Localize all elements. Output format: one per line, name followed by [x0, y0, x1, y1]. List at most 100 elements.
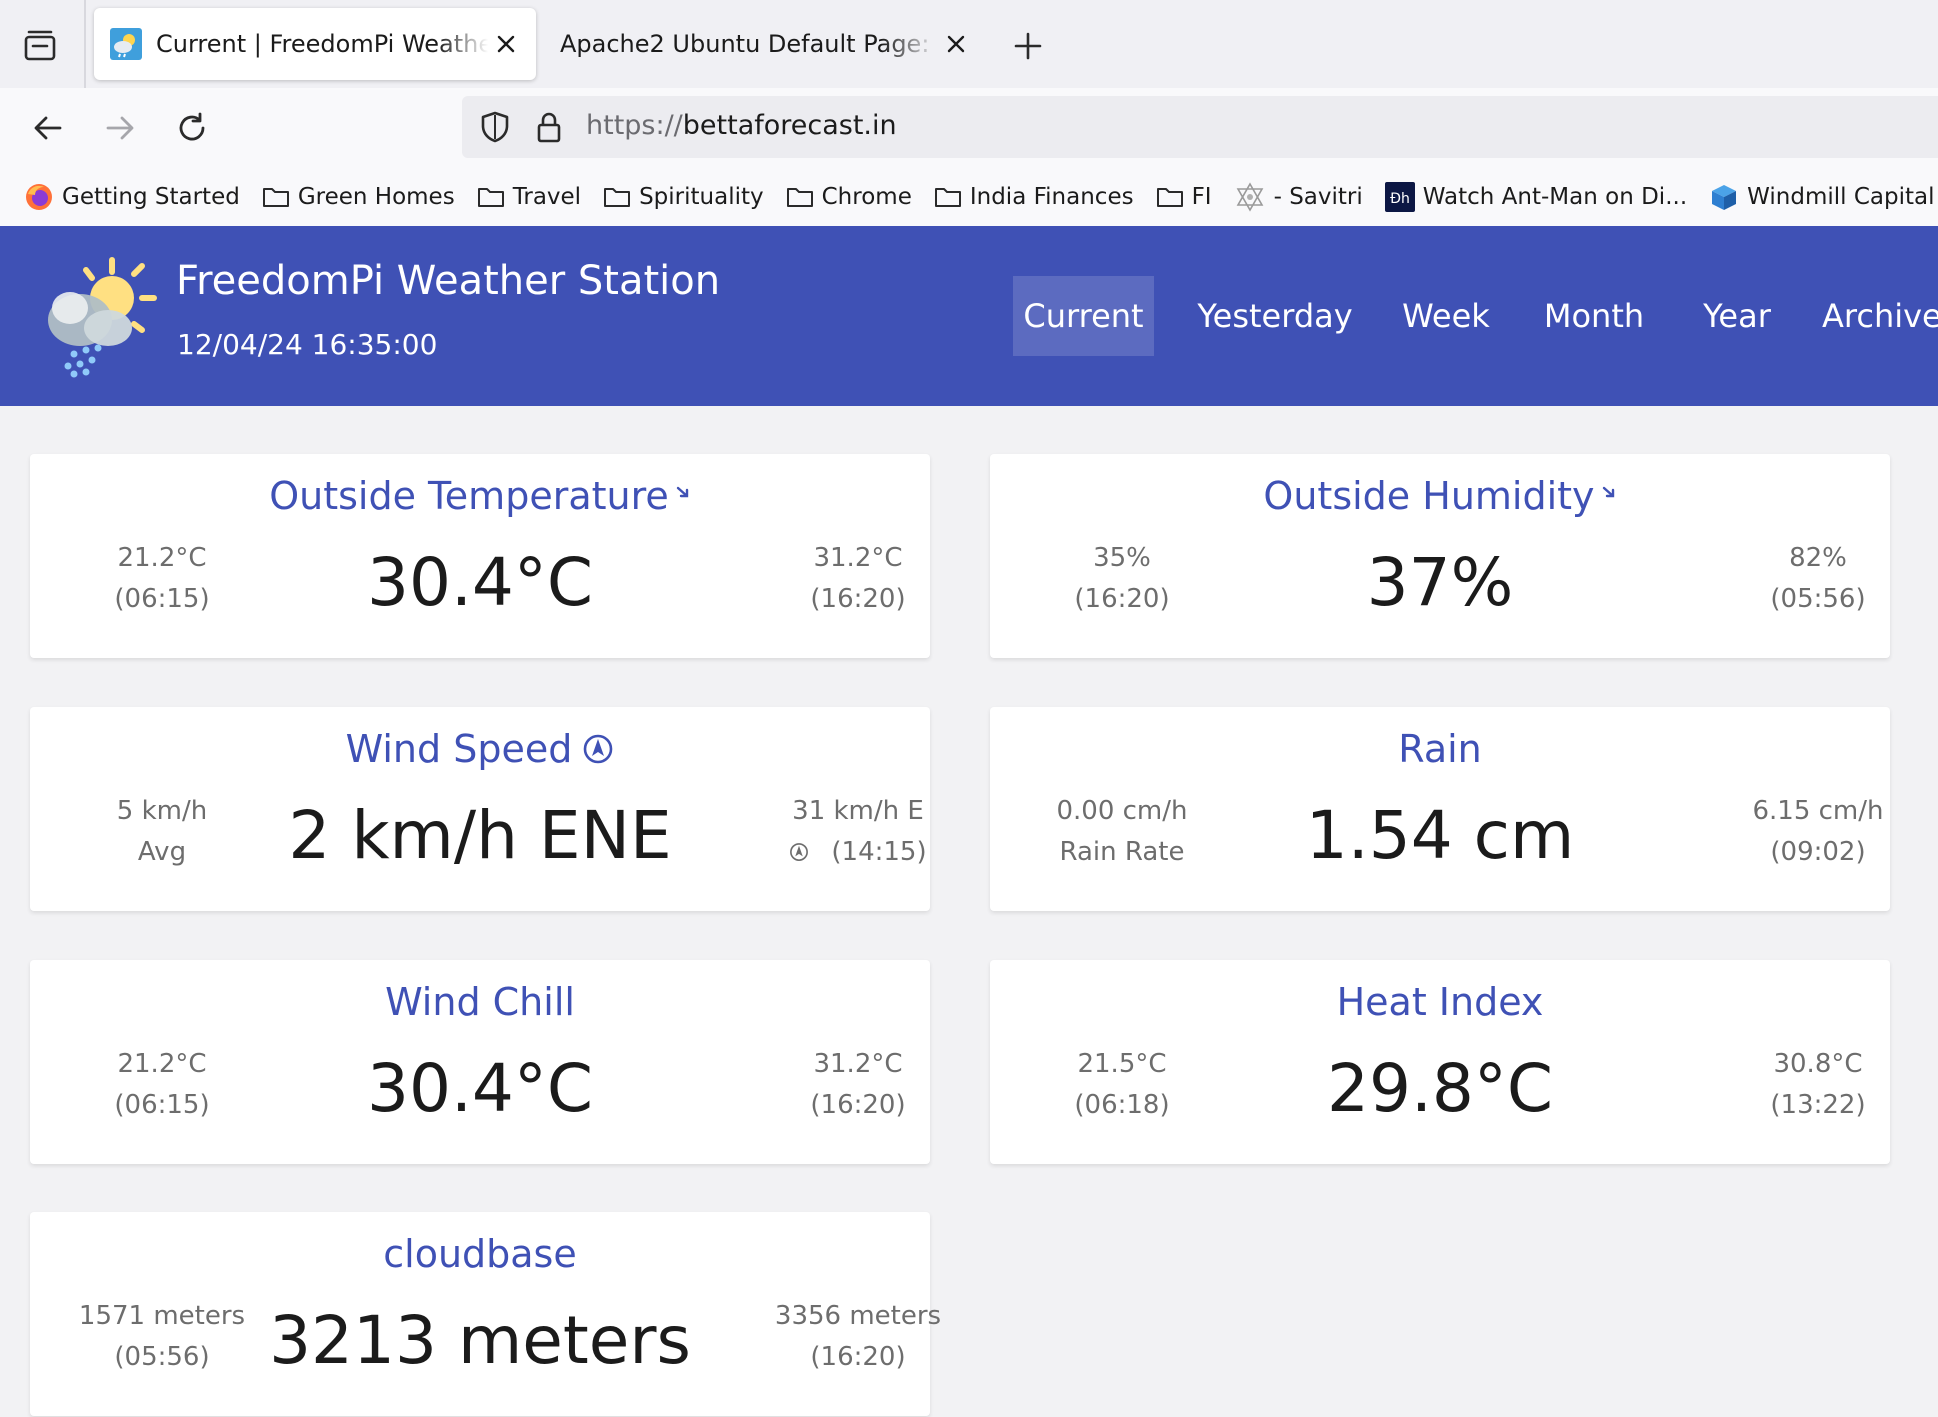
windmill-icon: [1712, 185, 1737, 210]
bookmark-getting-started[interactable]: Getting Started: [24, 182, 240, 212]
nav-year[interactable]: Year: [1694, 276, 1780, 356]
nav-archive[interactable]: Archive: [1822, 276, 1938, 356]
card-title[interactable]: Heat Index: [990, 980, 1890, 1024]
wind-max: 31 km/h E (14:15): [748, 791, 968, 873]
card-title[interactable]: cloudbase: [30, 1232, 930, 1276]
high-time: (16:20): [810, 1090, 906, 1120]
bookmark-folder-india-finances[interactable]: India Finances: [934, 184, 1134, 210]
bookmark-label: Green Homes: [297, 184, 455, 210]
navigation-toolbar: https://bettaforecast.in: [0, 88, 1938, 168]
bookmark-label: Travel: [512, 184, 582, 210]
tab-title: Current | FreedomPi Weather Station: [156, 30, 488, 58]
plus-icon: [1014, 32, 1042, 60]
low-time: (05:56): [114, 1342, 210, 1372]
url-text[interactable]: https://bettaforecast.in: [586, 110, 897, 141]
close-icon: [947, 35, 965, 53]
arrow-right-icon: [106, 116, 134, 140]
low-time: (06:15): [114, 1090, 210, 1120]
humidity-value: 37%: [1366, 544, 1514, 621]
nav-current[interactable]: Current: [1013, 276, 1154, 356]
bookmark-label: - Savitri: [1273, 184, 1363, 210]
forward-button[interactable]: [98, 106, 142, 150]
low-time: (06:15): [114, 584, 210, 614]
bookmark-label: FI: [1191, 184, 1212, 210]
address-bar[interactable]: https://bettaforecast.in: [462, 96, 1938, 158]
tab-apache-default[interactable]: Apache2 Ubuntu Default Page: It works: [546, 8, 986, 80]
high-time: (13:22): [1770, 1090, 1866, 1120]
card-title[interactable]: Wind Chill: [30, 980, 930, 1024]
tab-manager-icon: [24, 30, 56, 61]
weather-favicon-icon: [110, 28, 142, 60]
high-time: (16:20): [810, 1342, 906, 1372]
low-value: 21.5°C: [1077, 1049, 1167, 1079]
rate-label: Rain Rate: [1059, 837, 1185, 867]
rate-value: 0.00 cm/h: [1056, 796, 1188, 826]
folder-icon: [477, 188, 504, 207]
card-title-text: Outside Temperature: [269, 474, 669, 518]
bookmark-savitri[interactable]: - Savitri: [1234, 182, 1363, 212]
bookmark-folder-chrome[interactable]: Chrome: [786, 184, 912, 210]
nav-yesterday[interactable]: Yesterday: [1190, 276, 1360, 356]
heat-index-high: 30.8°C (13:22): [1708, 1044, 1928, 1126]
max-rate-time: (09:02): [1770, 837, 1866, 867]
shield-icon[interactable]: [476, 108, 514, 146]
firefox-icon: [26, 184, 52, 210]
url-scheme: https://: [586, 110, 683, 141]
arrow-left-icon: [34, 116, 62, 140]
max-time-row: (14:15): [748, 832, 968, 873]
cloudbase-high: 3356 meters (16:20): [748, 1296, 968, 1378]
new-tab-button[interactable]: [1008, 26, 1048, 66]
reload-button[interactable]: [170, 106, 214, 150]
tab-title: Apache2 Ubuntu Default Page: It works: [560, 30, 938, 58]
bookmark-folder-green-homes[interactable]: Green Homes: [262, 184, 455, 210]
tab-close-button[interactable]: [488, 26, 524, 62]
trend-down-icon: [676, 486, 688, 498]
site-header: FreedomPi Weather Station 12/04/24 16:35…: [0, 226, 1938, 406]
temperature-high: 31.2°C (16:20): [748, 538, 968, 620]
card-title-text: Wind Speed: [345, 727, 573, 771]
wind-chill-value: 30.4°C: [366, 1050, 594, 1127]
bookmark-ant-man[interactable]: Ɖh Watch Ant-Man on Di...: [1384, 182, 1688, 212]
folder-icon: [1156, 188, 1183, 207]
weather-logo-icon: [48, 257, 157, 378]
bookmark-label: India Finances: [969, 184, 1134, 210]
card-title[interactable]: Wind Speed: [30, 727, 930, 771]
cloudbase-value: 3213 meters: [269, 1302, 691, 1379]
bookmark-label: Watch Ant-Man on Di...: [1422, 184, 1688, 210]
bookmarks-toolbar: Getting Started Green Homes Travel Spiri…: [0, 168, 1938, 227]
folder-icon: [934, 188, 961, 207]
bookmark-label: Getting Started: [62, 184, 240, 210]
bookmark-label: Windmill Capital | sma: [1747, 184, 1938, 210]
low-value: 21.2°C: [117, 1049, 207, 1079]
heat-index-low: 21.5°C (06:18): [1012, 1044, 1232, 1126]
card-rain: Rain 0.00 cm/h Rain Rate 1.54 cm 6.15 cm/…: [990, 707, 1890, 911]
tab-manager-button[interactable]: [18, 24, 62, 68]
nav-week[interactable]: Week: [1396, 276, 1496, 356]
nav-month[interactable]: Month: [1534, 276, 1654, 356]
heat-index-value: 29.8°C: [1326, 1050, 1554, 1127]
folder-icon: [786, 188, 813, 207]
folder-icon: [604, 188, 631, 207]
cloudbase-low: 1571 meters (05:56): [52, 1296, 272, 1378]
high-time: (16:20): [810, 584, 906, 614]
card-cloudbase: cloudbase 1571 meters (05:56) 3213 meters…: [30, 1212, 941, 1416]
high-value: 82%: [1789, 543, 1847, 573]
tab-close-button[interactable]: [938, 26, 974, 62]
card-heat-index: Heat Index 21.5°C (06:18) 29.8°C 30.8°C (1…: [990, 960, 1890, 1164]
bookmark-folder-spirituality[interactable]: Spirituality: [603, 184, 764, 210]
tab-bar: Current | FreedomPi Weather Station Apac…: [0, 0, 1938, 88]
card-title[interactable]: Outside Humidity: [990, 474, 1890, 518]
max-value: 31 km/h E: [792, 796, 924, 826]
back-button[interactable]: [26, 106, 70, 150]
card-title[interactable]: Rain: [990, 727, 1890, 771]
bookmark-folder-travel[interactable]: Travel: [477, 184, 581, 210]
bookmark-folder-fi[interactable]: FI: [1156, 184, 1212, 210]
lock-icon[interactable]: [530, 108, 568, 146]
tab-current-freedompi[interactable]: Current | FreedomPi Weather Station: [94, 8, 536, 80]
card-title[interactable]: Outside Temperature: [30, 474, 930, 518]
card-outside-temperature: Outside Temperature 21.2°C (06:15) 30.4°C…: [30, 454, 930, 658]
bookmark-windmill-capital[interactable]: Windmill Capital | sma: [1709, 182, 1938, 212]
wind-speed-value: 2 km/h ENE: [288, 797, 672, 874]
rain-rate: 0.00 cm/h Rain Rate: [1012, 791, 1232, 873]
disney-hotstar-icon: Ɖh: [1384, 182, 1415, 212]
